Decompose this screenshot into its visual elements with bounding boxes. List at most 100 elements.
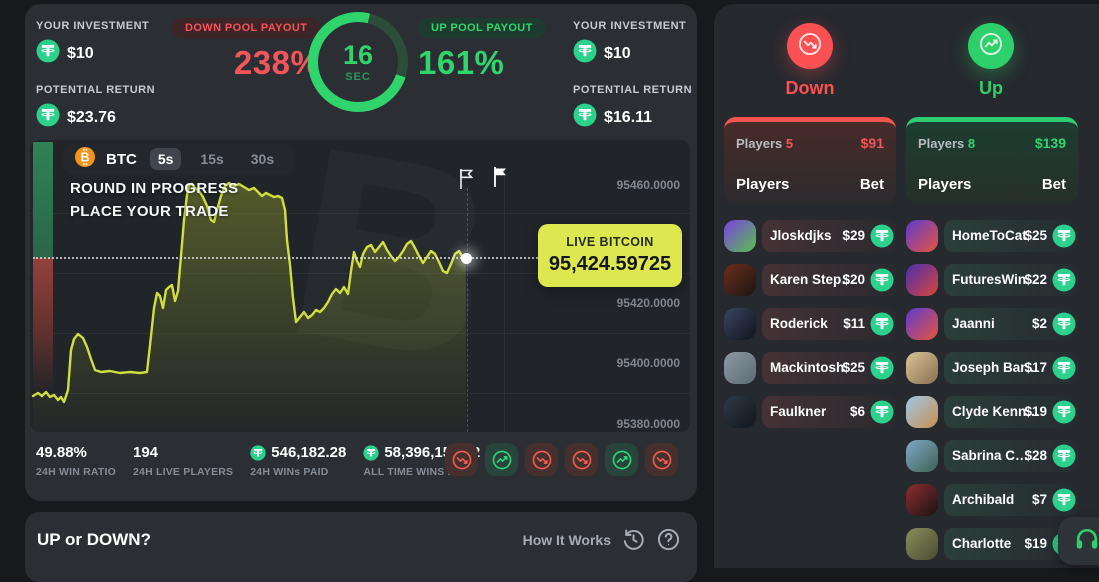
up-pool-card: Players 8 $139 Players Bet [906,117,1078,204]
bet-down-button[interactable] [787,23,833,69]
potential-return-value: $23.76 [67,108,116,126]
info-panel: UP or DOWN? How It Works [25,512,697,582]
up-pool-head: Up [941,23,1041,99]
tether-icon [1052,400,1076,424]
bet-column-header: Bet [859,176,884,193]
down-pool-percent: 238% [233,44,321,81]
how-it-works-link[interactable]: How It Works [523,532,611,548]
player-bet-amount: $25 [1024,228,1047,243]
up-player-row: Charlotte $19 [906,528,1078,560]
stat-item: 49.88% 24H WIN RATIO [36,444,116,478]
investment-label: YOUR INVESTMENT [573,20,687,32]
down-pool-head: Down [760,23,860,99]
round-result-up [485,443,518,476]
player-bet-amount: $11 [843,316,865,331]
potential-return-label: POTENTIAL RETURN [573,84,693,96]
player-avatar [724,264,756,296]
stat-value: 194 [133,444,159,461]
player-bet-amount: $17 [1024,360,1047,375]
your-investment-right: YOUR INVESTMENT $10 POTENTIAL RETURN $16… [573,20,692,132]
player-bet-amount: $20 [842,272,865,287]
tether-icon [250,444,266,461]
player-bet-amount: $6 [849,404,865,419]
up-pool-total: $139 [1034,135,1066,151]
round-result-down [525,443,558,476]
player-avatar [906,308,938,340]
player-bet-amount: $28 [1024,448,1047,463]
trend-up-icon [492,450,511,469]
interval-tab-30s[interactable]: 30s [243,148,282,170]
player-avatar [906,484,938,516]
round-status-line2: PLACE YOUR TRADE [70,203,229,220]
trend-down-icon [798,32,822,55]
players-word: Players [918,135,965,151]
up-players-count: 8 [967,135,976,151]
up-pool-badge: UP POOL PAYOUT [418,18,546,38]
tether-icon [1052,268,1076,292]
down-player-row: Roderick $11 [724,308,896,340]
player-avatar [906,440,938,472]
round-result-up [605,443,638,476]
interval-tab-15s[interactable]: 15s [192,148,231,170]
down-pool-total: $91 [860,135,884,151]
stat-value: 546,182.28 [271,444,347,461]
interval-tab-5s[interactable]: 5s [149,148,182,170]
down-pool-payout: DOWN POOL PAYOUT 238% [172,18,321,82]
investment-value: $10 [67,44,94,62]
trading-panel: YOUR INVESTMENT $10 POTENTIAL RETURN $23… [25,4,697,501]
down-player-row: Faulkner $6 [724,396,896,428]
live-price-box: LIVE BITCOIN 95,424.59725 [538,224,682,287]
player-avatar [906,352,938,384]
symbol-label: BTC [106,150,137,168]
bet-column-header: Bet [1041,176,1066,193]
player-name: Archibald [952,492,1015,507]
trading-app: { "colors": { "red": "#f4555b", "green":… [0,0,1099,582]
timer-unit: SEC [345,70,371,83]
stats-row: 49.88% 24H WIN RATIO 194 24H LIVE PLAYERS… [36,444,480,478]
up-players-list: HomeToCat $25 FuturesWin $22 Jaanni $2 J… [906,220,1078,572]
investment-value: $10 [604,44,631,62]
svg-text:B: B [80,150,89,164]
investment-label: YOUR INVESTMENT [36,20,150,32]
tether-icon [573,103,597,127]
player-avatar [906,396,938,428]
round-history-row [445,443,678,476]
player-bet-amount: $2 [1031,316,1047,331]
player-name: Faulkner [770,404,827,419]
players-column-header: Players [918,176,972,193]
pools-panel: Down Up Players 5 $91 Players Bet Player… [714,4,1099,568]
up-pool-payout: UP POOL PAYOUT 161% [418,18,546,82]
tether-icon [870,312,894,336]
player-avatar [906,528,938,560]
tether-icon [870,400,894,424]
player-bet-amount: $25 [842,360,865,375]
symbol-selector: B BTC 5s 15s 30s [63,144,295,174]
player-avatar [724,308,756,340]
support-button[interactable] [1058,517,1099,565]
player-bet-amount: $29 [842,228,865,243]
trend-up-icon [979,32,1003,55]
trend-down-icon [652,450,671,469]
history-clock-icon[interactable] [621,527,646,552]
stat-label: 24H WIN RATIO [36,466,116,478]
tether-icon [36,39,60,63]
player-name: FuturesWin [952,272,1027,287]
question-circle-icon[interactable] [656,527,681,552]
trend-down-icon [452,450,471,469]
down-pool-card: Players 5 $91 Players Bet [724,117,896,204]
timer-seconds: 16 [342,39,374,70]
up-or-down-title: UP or DOWN? [37,530,151,549]
players-word: Players [736,135,783,151]
current-price-dot [461,253,472,264]
trend-down-icon [572,450,591,469]
player-bet-amount: $22 [1024,272,1047,287]
tether-icon [1052,224,1076,248]
down-players-count: 5 [785,135,794,151]
tether-icon [1052,312,1076,336]
player-avatar [906,264,938,296]
bet-up-button[interactable] [968,23,1014,69]
player-name: Charlotte [952,536,1012,551]
tether-icon [870,356,894,380]
stat-item: 546,182.28 24H WINs PAID [250,444,346,478]
up-pool-label: Up [979,78,1003,98]
